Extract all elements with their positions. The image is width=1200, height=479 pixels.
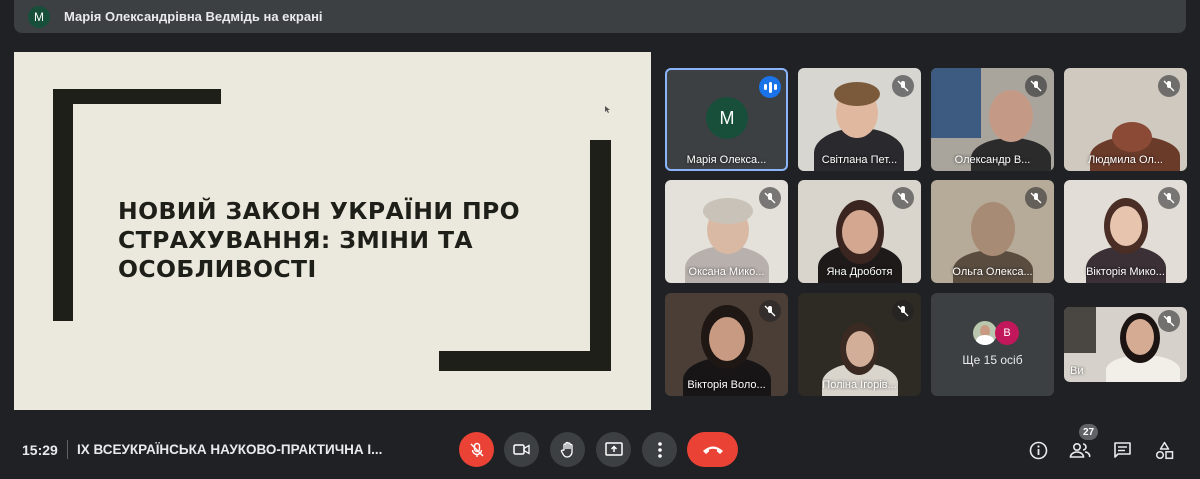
slide-bracket-left — [53, 89, 73, 321]
participant-name: Світлана Пет... — [821, 154, 898, 166]
participant-avatar: M — [706, 97, 748, 139]
self-view-tile[interactable]: Ви — [1064, 307, 1187, 382]
mic-off-icon — [1158, 187, 1180, 209]
mouse-cursor-icon — [605, 106, 610, 113]
presenter-avatar: M — [28, 5, 50, 28]
toggle-mic-button[interactable] — [459, 432, 494, 467]
mic-off-icon — [892, 187, 914, 209]
participant-name: Поліна Ігорів... — [822, 379, 897, 391]
participant-video-face — [709, 317, 745, 361]
participant-tile[interactable]: Ольга Олекса... — [931, 180, 1054, 283]
hand-icon — [560, 441, 573, 458]
more-participants-tile[interactable]: В Ще 15 осіб — [931, 293, 1054, 396]
participant-avatar-shirt — [976, 335, 994, 345]
present-screen-button[interactable] — [596, 432, 631, 467]
people-icon — [1069, 442, 1091, 458]
meeting-title: IX ВСЕУКРАЇНСЬКА НАУКОВО-ПРАКТИЧНА І... — [77, 442, 383, 457]
chat-icon — [1113, 441, 1131, 458]
slide-bracket-bottom — [439, 351, 611, 371]
show-participants-button[interactable] — [1067, 437, 1093, 463]
speaking-indicator-icon — [759, 76, 781, 98]
participant-tile[interactable]: Вікторія Воло... — [665, 293, 788, 396]
participant-name: Вікторія Мико... — [1086, 266, 1165, 278]
mic-off-icon — [892, 75, 914, 97]
mic-off-icon — [1025, 75, 1047, 97]
participant-video-shelf — [931, 68, 981, 138]
presenter-banner-text: Марія Олександрівна Ведмідь на екрані — [64, 9, 323, 24]
activities-icon — [1155, 441, 1173, 459]
participant-tile[interactable]: Світлана Пет... — [798, 68, 921, 171]
participant-tile[interactable]: Вікторія Мико... — [1064, 180, 1187, 283]
mic-off-icon — [1158, 310, 1180, 332]
slide-title: НОВИЙ ЗАКОН УКРАЇНИ ПРО СТРАХУВАННЯ: ЗМІ… — [118, 197, 521, 283]
participant-name: Людмила Ол... — [1088, 154, 1163, 166]
participant-tile[interactable]: Яна Дроботя — [798, 180, 921, 283]
participant-video-face — [971, 202, 1015, 256]
participant-avatar: В — [995, 321, 1019, 345]
mic-off-icon — [469, 442, 484, 457]
toolbar-divider — [67, 440, 68, 459]
slide-bracket-top — [53, 89, 221, 104]
participant-video-hair — [703, 198, 753, 224]
participant-name: Олександр В... — [954, 154, 1031, 166]
raise-hand-button[interactable] — [550, 432, 585, 467]
more-options-button[interactable] — [642, 432, 677, 467]
leave-call-button[interactable] — [687, 432, 738, 467]
participant-tile[interactable]: M Марія Олекса... — [665, 68, 788, 171]
participants-count-badge: 27 — [1079, 424, 1098, 440]
self-video-shelf — [1064, 307, 1096, 353]
bottom-toolbar: 15:29 IX ВСЕУКРАЇНСЬКА НАУКОВО-ПРАКТИЧНА… — [0, 425, 1200, 475]
mic-off-icon — [759, 300, 781, 322]
participant-tile[interactable]: Поліна Ігорів... — [798, 293, 921, 396]
participant-name: Оксана Мико... — [688, 266, 765, 278]
mic-off-icon — [759, 187, 781, 209]
self-video-face — [1126, 319, 1154, 355]
participant-tile[interactable]: Оксана Мико... — [665, 180, 788, 283]
participant-name: Ольга Олекса... — [952, 266, 1033, 278]
more-participants-avatars: В — [973, 321, 1023, 345]
participant-video-hair — [834, 82, 880, 106]
participant-video-face — [989, 90, 1033, 142]
mic-off-icon — [1025, 187, 1047, 209]
meeting-details-button[interactable] — [1025, 437, 1051, 463]
participant-video-face — [1112, 122, 1152, 152]
mic-off-icon — [892, 300, 914, 322]
mic-off-icon — [1158, 75, 1180, 97]
participant-avatar-photo — [973, 321, 997, 345]
participant-name: Вікторія Воло... — [687, 379, 766, 391]
participant-video-face — [1110, 206, 1142, 246]
participant-name: Яна Дроботя — [826, 266, 893, 278]
chat-button[interactable] — [1109, 437, 1135, 463]
participant-tile[interactable]: Олександр В... — [931, 68, 1054, 171]
info-icon — [1029, 441, 1047, 459]
present-screen-icon — [604, 442, 623, 456]
toggle-camera-button[interactable] — [504, 432, 539, 467]
presenter-banner: M Марія Олександрівна Ведмідь на екрані — [14, 0, 1186, 33]
more-participants-label: Ще 15 осіб — [962, 353, 1023, 367]
participant-name: Марія Олекса... — [686, 154, 767, 166]
more-vert-icon — [657, 441, 662, 458]
participant-name: Ви — [1070, 365, 1084, 377]
shared-screen[interactable]: НОВИЙ ЗАКОН УКРАЇНИ ПРО СТРАХУВАННЯ: ЗМІ… — [14, 52, 651, 410]
meeting-clock: 15:29 — [22, 442, 58, 458]
activities-button[interactable] — [1151, 437, 1177, 463]
hang-up-icon — [702, 446, 723, 454]
slide-bracket-right — [590, 140, 611, 371]
camera-icon — [513, 444, 530, 455]
participant-video-face — [846, 331, 874, 367]
participant-video-face — [842, 210, 878, 254]
participant-tile[interactable]: Людмила Ол... — [1064, 68, 1187, 171]
